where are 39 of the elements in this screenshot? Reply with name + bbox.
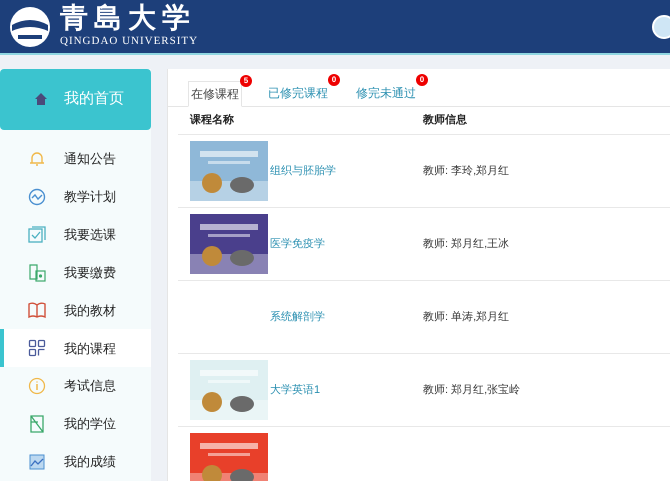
- sidebar-item[interactable]: 考试信息: [0, 367, 151, 406]
- sidebar-item[interactable]: 我的成绩: [0, 443, 151, 481]
- course-link[interactable]: 大学英语1: [270, 382, 423, 398]
- book-icon: [28, 301, 46, 320]
- teacher-info: 教师: 郑月红,王冰: [423, 236, 510, 252]
- wave-circle-icon: [28, 188, 46, 206]
- avatar[interactable]: [652, 14, 670, 38]
- column-header: 教师信息: [423, 112, 467, 128]
- emblem-icon: [8, 4, 52, 48]
- sidebar-item[interactable]: 我的课程: [0, 329, 151, 368]
- tab[interactable]: 修完未通过: [354, 80, 418, 106]
- teacher-info: 教师: 郑月红,张宝岭: [423, 382, 520, 398]
- teacher-info: 教师: 李玲,郑月红: [423, 164, 510, 179]
- course-link[interactable]: 系统解剖学: [270, 308, 423, 326]
- count-badge: 0: [416, 74, 428, 86]
- course-link[interactable]: 组织与胚胎学: [270, 162, 423, 180]
- tab[interactable]: 在修课程: [188, 81, 242, 107]
- sidebar-item[interactable]: 我的教材: [0, 291, 151, 330]
- course-link[interactable]: 医学免疫学: [270, 236, 423, 252]
- tab[interactable]: 已修完课程: [266, 80, 330, 106]
- count-badge: 0: [328, 74, 340, 86]
- sidebar-item[interactable]: 我要缴费: [0, 254, 151, 292]
- sidebar-item[interactable]: 通知公告: [0, 140, 151, 178]
- sidebar-item[interactable]: 我的学位: [0, 405, 151, 444]
- home-icon: [34, 92, 48, 106]
- document-icon: [28, 415, 46, 434]
- image-icon: [28, 453, 46, 472]
- column-header: 课程名称: [188, 112, 235, 128]
- logo-title: 青島大学: [60, 3, 197, 34]
- count-badge: 5: [240, 75, 252, 87]
- teacher-info: 教师: 单涛,郑月红: [423, 310, 510, 325]
- grid-icon: [28, 339, 46, 358]
- bell-icon: [28, 150, 46, 168]
- sidebar-item[interactable]: 我要选课: [0, 216, 151, 254]
- checkbox-icon: [28, 226, 46, 244]
- sidebar-item[interactable]: 教学计划: [0, 178, 151, 216]
- logo-subtitle: QINGDAO UNIVERSITY: [60, 34, 198, 50]
- info-icon: [28, 377, 46, 396]
- document-icon: [28, 264, 46, 282]
